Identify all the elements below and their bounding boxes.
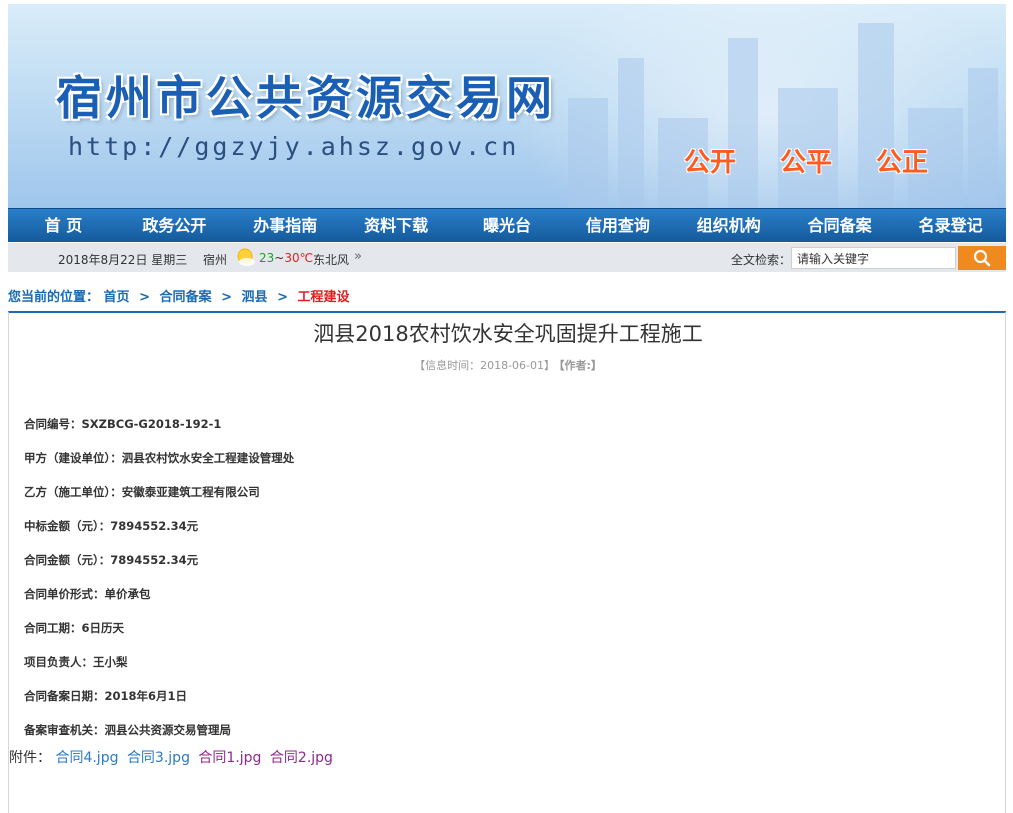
breadcrumb-home[interactable]: 首页 bbox=[104, 290, 130, 305]
article-author: 【作者:】 bbox=[559, 359, 602, 372]
field-contract-number: 合同编号：SXZBCG-G2018-192-1 bbox=[24, 417, 222, 431]
breadcrumb-separator: > bbox=[139, 290, 150, 305]
current-date: 2018年8月22日 星期三 bbox=[58, 253, 188, 267]
sunny-icon bbox=[234, 246, 256, 268]
wind-direction: 东北风 bbox=[313, 253, 350, 267]
slogan-just: 公正 bbox=[876, 148, 929, 178]
attachment-link[interactable]: 合同3.jpg bbox=[127, 750, 190, 766]
slogan-fair: 公平 bbox=[780, 148, 833, 178]
attachment-link[interactable]: 合同2.jpg bbox=[270, 750, 333, 766]
nav-organization[interactable]: 组织机构 bbox=[673, 209, 784, 243]
main-nav: 首 页 政务公开 办事指南 资料下载 曝光台 信用查询 组织机构 合同备案 名录… bbox=[8, 208, 1006, 242]
info-bar: 2018年8月22日 星期三 宿州 23~30℃ 东北风 » 全文检索： bbox=[8, 243, 1006, 272]
weather-more-link[interactable]: » bbox=[354, 249, 362, 264]
search-label: 全文检索： bbox=[731, 253, 792, 267]
attachment-link[interactable]: 合同1.jpg bbox=[198, 750, 261, 766]
article-meta: 【信息时间：2018-06-01】 【作者:】 bbox=[9, 357, 1007, 373]
slogan-open: 公开 bbox=[684, 148, 737, 178]
field-contract-amount: 合同金额（元）：7894552.34元 bbox=[24, 553, 199, 567]
article-time: 【信息时间：2018-06-01】 bbox=[414, 359, 556, 372]
nav-home[interactable]: 首 页 bbox=[8, 209, 119, 243]
nav-credit[interactable]: 信用查询 bbox=[562, 209, 673, 243]
slogans: 公开 公平 公正 bbox=[684, 142, 928, 179]
nav-guide[interactable]: 办事指南 bbox=[230, 209, 341, 243]
weather-city: 宿州 bbox=[203, 253, 228, 267]
temperature: 23~30℃ bbox=[259, 251, 313, 265]
field-bid-amount: 中标金额（元）：7894552.34元 bbox=[24, 519, 199, 533]
nav-gov-affairs[interactable]: 政务公开 bbox=[119, 209, 230, 243]
breadcrumb-contracts[interactable]: 合同备案 bbox=[160, 290, 212, 305]
breadcrumb-label: 您当前的位置： bbox=[8, 290, 100, 305]
breadcrumb-separator: > bbox=[277, 290, 288, 305]
contract-fields: 合同编号：SXZBCG-G2018-192-1 甲方（建设单位）：泗县农村饮水安… bbox=[24, 416, 294, 756]
search-icon bbox=[973, 249, 991, 267]
nav-downloads[interactable]: 资料下载 bbox=[341, 209, 452, 243]
field-party-a: 甲方（建设单位）：泗县农村饮水安全工程建设管理处 bbox=[24, 451, 295, 465]
field-price-form: 合同单价形式：单价承包 bbox=[24, 587, 151, 601]
field-project-leader: 项目负责人：王小梨 bbox=[24, 655, 128, 669]
field-party-b: 乙方（施工单位）：安徽泰亚建筑工程有限公司 bbox=[24, 485, 260, 499]
nav-contracts[interactable]: 合同备案 bbox=[784, 209, 895, 243]
search-input[interactable] bbox=[791, 247, 956, 269]
temp-high: 30℃ bbox=[284, 251, 314, 265]
site-url: http://ggzyjy.ahsz.gov.cn bbox=[68, 132, 520, 161]
breadcrumb-current[interactable]: 工程建设 bbox=[298, 290, 350, 305]
attachment-link[interactable]: 合同4.jpg bbox=[55, 750, 118, 766]
breadcrumb-sixian[interactable]: 泗县 bbox=[242, 290, 268, 305]
field-duration: 合同工期：6日历天 bbox=[24, 621, 125, 635]
search-button[interactable] bbox=[958, 246, 1006, 270]
breadcrumb: 您当前的位置： 首页 > 合同备案 > 泗县 > 工程建设 bbox=[8, 286, 350, 305]
field-filing-date: 合同备案日期：2018年6月1日 bbox=[24, 689, 188, 703]
temp-separator: ~ bbox=[274, 251, 285, 265]
nav-registry[interactable]: 名录登记 bbox=[895, 209, 1006, 243]
article-panel: 泗县2018农村饮水安全巩固提升工程施工 【信息时间：2018-06-01】 【作… bbox=[8, 311, 1006, 813]
article-title: 泗县2018农村饮水安全巩固提升工程施工 bbox=[313, 322, 703, 346]
attachments-label: 附件： bbox=[9, 750, 51, 766]
attachments: 附件： 合同4.jpg 合同3.jpg 合同1.jpg 合同2.jpg bbox=[9, 747, 337, 767]
site-title: 宿州市公共资源交易网 bbox=[56, 71, 556, 125]
temp-low: 23 bbox=[259, 251, 275, 265]
nav-exposure[interactable]: 曝光台 bbox=[452, 209, 563, 243]
site-banner: 宿州市公共资源交易网 http://ggzyjy.ahsz.gov.cn 公开 … bbox=[8, 4, 1006, 208]
breadcrumb-separator: > bbox=[221, 290, 232, 305]
